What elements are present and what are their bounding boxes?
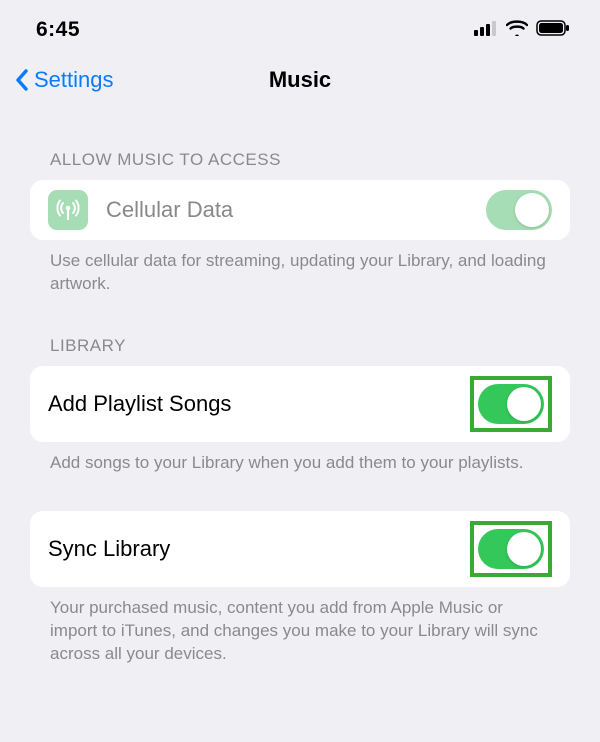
nav-bar: Settings Music (0, 54, 600, 106)
wifi-icon (506, 20, 528, 41)
highlight-box (470, 521, 552, 577)
cellular-data-label: Cellular Data (106, 197, 486, 223)
sync-library-label: Sync Library (48, 536, 470, 562)
content: ALLOW MUSIC TO ACCESS Cellular Data Use … (0, 106, 600, 666)
sync-library-toggle[interactable] (478, 529, 544, 569)
sync-library-footer: Your purchased music, content you add fr… (30, 587, 570, 666)
row-add-playlist-songs[interactable]: Add Playlist Songs (30, 366, 570, 442)
page-title: Music (269, 67, 331, 93)
chevron-left-icon (14, 68, 30, 92)
row-cellular-data[interactable]: Cellular Data (30, 180, 570, 240)
battery-icon (536, 20, 570, 41)
add-playlist-songs-footer: Add songs to your Library when you add t… (30, 442, 570, 475)
section-header-access: ALLOW MUSIC TO ACCESS (30, 106, 570, 180)
row-sync-library[interactable]: Sync Library (30, 511, 570, 587)
section-header-library: LIBRARY (30, 296, 570, 366)
add-playlist-songs-toggle[interactable] (478, 384, 544, 424)
cellular-data-toggle[interactable] (486, 190, 552, 230)
back-button[interactable]: Settings (14, 67, 114, 93)
highlight-box (470, 376, 552, 432)
add-playlist-songs-label: Add Playlist Songs (48, 391, 470, 417)
cellular-signal-icon (474, 20, 498, 41)
status-bar: 6:45 (0, 0, 600, 54)
status-icons (474, 20, 570, 41)
back-label: Settings (34, 67, 114, 93)
cellular-data-footer: Use cellular data for streaming, updatin… (30, 240, 570, 296)
status-time: 6:45 (36, 18, 80, 42)
antenna-icon (48, 190, 88, 230)
